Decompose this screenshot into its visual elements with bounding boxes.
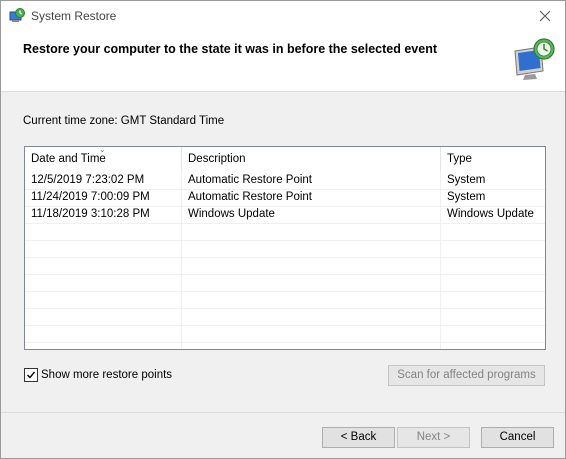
table-row-empty	[25, 223, 545, 241]
table-row-empty	[25, 274, 545, 292]
system-restore-window: System Restore Restore your computer to …	[0, 0, 566, 459]
table-row-empty	[25, 325, 545, 343]
table-row[interactable]: 12/5/2019 7:23:02 PM Automatic Restore Po…	[25, 172, 545, 190]
cell-date: 11/24/2019 7:00:09 PM	[31, 191, 150, 203]
cell-type: System	[447, 174, 486, 186]
table-row[interactable]: 11/18/2019 3:10:28 PM Windows Update Windo…	[25, 206, 545, 224]
close-button[interactable]	[525, 1, 565, 31]
table-row-empty	[25, 257, 545, 275]
column-header-date[interactable]: ⌄ Date and Time	[25, 147, 182, 171]
header-panel: Restore your computer to the state it wa…	[1, 31, 565, 92]
cell-date: 11/18/2019 3:10:28 PM	[31, 208, 150, 220]
show-more-label: Show more restore points	[41, 369, 173, 381]
cell-description: Automatic Restore Point	[188, 191, 313, 203]
table-row[interactable]: 11/24/2019 7:00:09 PM Automatic Restore P…	[25, 189, 545, 207]
footer-divider	[1, 412, 565, 413]
column-header-type[interactable]: Type	[441, 147, 545, 171]
window-title: System Restore	[31, 9, 117, 23]
cell-type: System	[447, 191, 486, 203]
table-row-empty	[25, 291, 545, 309]
cell-type: Windows Update	[447, 208, 534, 220]
title-bar: System Restore	[1, 1, 565, 31]
table-row-empty	[25, 308, 545, 326]
sort-descending-icon: ⌄	[99, 146, 106, 154]
cell-description: Windows Update	[188, 208, 275, 220]
cell-description: Automatic Restore Point	[188, 174, 313, 186]
checkbox-box[interactable]	[24, 368, 38, 382]
column-header-description[interactable]: Description	[182, 147, 441, 171]
system-restore-icon	[9, 8, 25, 24]
restore-computer-icon	[511, 37, 557, 83]
cell-date: 12/5/2019 7:23:02 PM	[31, 174, 145, 186]
back-button[interactable]: < Back	[322, 427, 395, 448]
next-button[interactable]: Next >	[397, 427, 470, 448]
checkmark-icon	[27, 371, 36, 379]
page-title: Restore your computer to the state it wa…	[23, 42, 437, 56]
table-row-empty	[25, 240, 545, 258]
scan-affected-programs-button[interactable]: Scan for affected programs	[388, 365, 545, 386]
close-icon	[539, 10, 551, 22]
timezone-label: Current time zone: GMT Standard Time	[23, 115, 225, 127]
restore-points-table[interactable]: ⌄ Date and Time Description Type 12/5/20…	[24, 146, 546, 350]
cancel-button[interactable]: Cancel	[481, 427, 554, 448]
show-more-checkbox[interactable]: Show more restore points	[24, 367, 172, 383]
